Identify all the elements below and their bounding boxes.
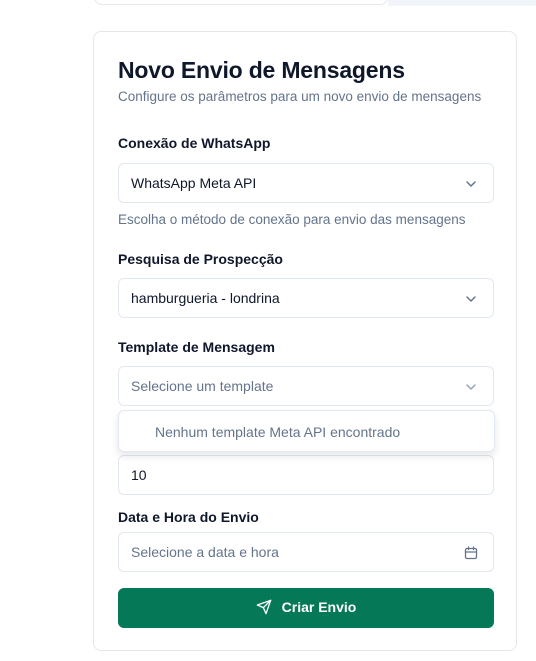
datetime-picker-placeholder: Selecione a data e hora [131, 544, 279, 560]
top-strip [94, 0, 536, 6]
create-send-button-content: Criar Envio [118, 599, 494, 615]
connection-label: Conexão de WhatsApp [118, 135, 271, 151]
connection-select[interactable]: WhatsApp Meta API [118, 163, 494, 203]
previous-panel-edge [94, 0, 388, 5]
datetime-label: Data e Hora do Envio [118, 509, 259, 525]
card-subtitle: Configure os parâmetros para um novo env… [118, 89, 482, 104]
chevron-down-icon [463, 379, 479, 395]
card-title: Novo Envio de Mensagens [118, 57, 405, 83]
quantity-input[interactable]: 10 [118, 455, 494, 495]
chevron-down-icon [463, 291, 479, 307]
search-select[interactable]: hamburgueria - londrina [118, 278, 494, 318]
create-send-button-label: Criar Envio [281, 599, 357, 615]
send-icon [256, 599, 271, 615]
search-label: Pesquisa de Prospecção [118, 251, 283, 267]
quantity-input-value: 10 [131, 467, 147, 483]
connection-select-value: WhatsApp Meta API [131, 175, 257, 191]
datetime-picker[interactable]: Selecione a data e hora [118, 532, 494, 572]
connection-help-text: Escolha o método de conexão para envio d… [118, 212, 466, 227]
template-label: Template de Mensagem [118, 339, 275, 355]
search-select-value: hamburgueria - londrina [131, 290, 280, 306]
top-strip-background [388, 0, 536, 6]
calendar-icon [463, 545, 479, 561]
template-dropdown: Nenhum template Meta API encontrado [118, 410, 495, 452]
template-dropdown-empty-text: Nenhum template Meta API encontrado [155, 424, 401, 440]
template-select-placeholder: Selecione um template [131, 378, 274, 394]
template-select[interactable]: Selecione um template [118, 366, 494, 406]
create-send-button[interactable]: Criar Envio [118, 588, 494, 628]
chevron-down-icon [463, 176, 479, 192]
